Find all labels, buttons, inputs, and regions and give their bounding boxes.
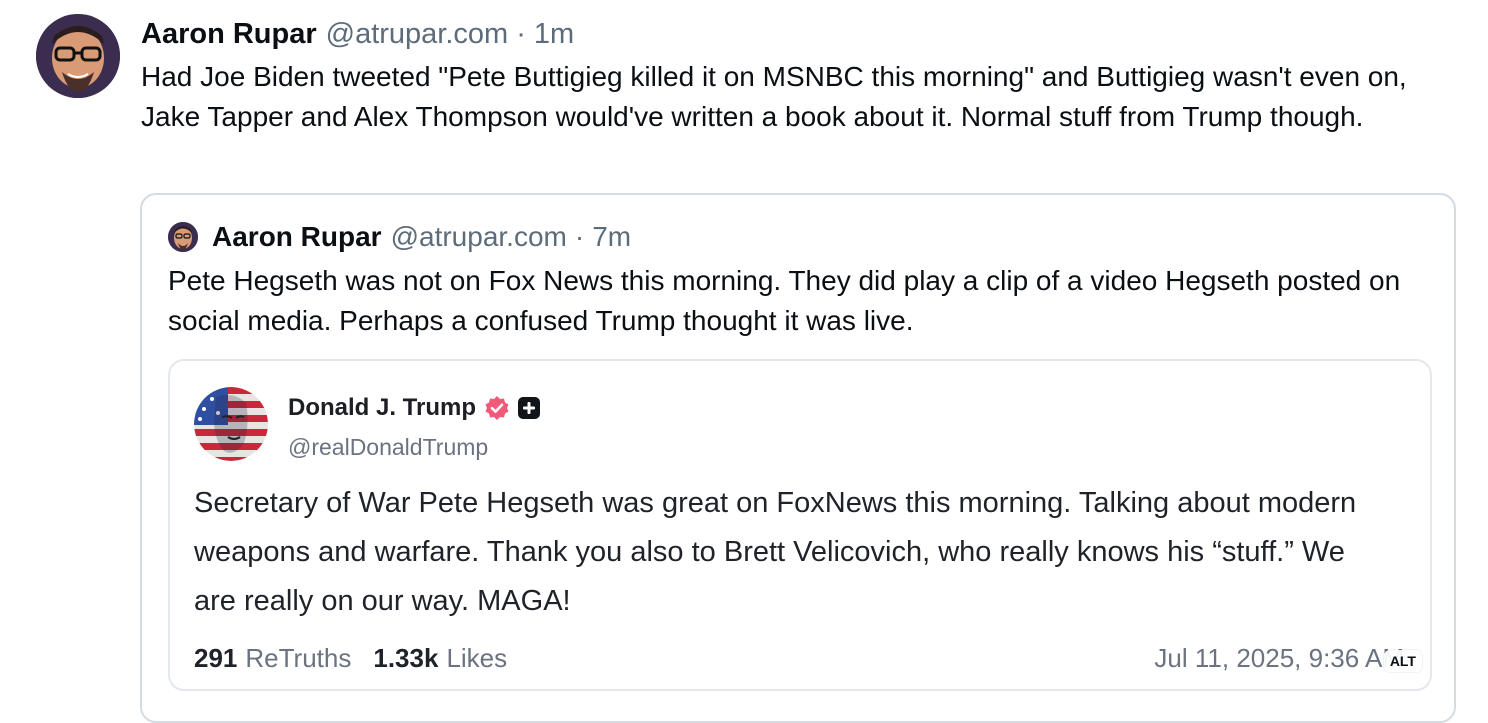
trump-display-name: Donald J. Trump [288,394,477,421]
quoted-author-name[interactable]: Aaron Rupar [212,217,382,257]
retruths-label: ReTruths [245,643,352,673]
post-header: Aaron Rupar @atrupar.com · 1m [141,14,574,54]
likes-count: 1.33k [373,643,439,673]
quoted-post-text: Pete Hegseth was not on Fox News this mo… [168,265,1401,336]
embedded-image[interactable]: Donald J. Trump @realDonaldTrump Secreta… [168,359,1432,691]
separator: · [516,18,526,50]
likes-label: Likes [446,643,508,673]
verified-badge-icon [485,396,509,420]
quoted-author-avatar[interactable] [168,222,198,252]
truth-post-text: Secretary of War Pete Hegseth was great … [194,487,1357,617]
plus-badge-icon [518,397,541,419]
post: Aaron Rupar @atrupar.com · 1m Had Joe Bi… [0,0,1488,723]
truth-post-date: Jul 11, 2025, 9:36 AM [1154,643,1404,673]
quoted-post[interactable]: Aaron Rupar @atrupar.com · 7m Pete Hegse… [140,193,1456,723]
quoted-author-handle[interactable]: @atrupar.com [391,217,567,257]
quoted-post-timestamp[interactable]: 7m [592,217,631,257]
post-text: Had Joe Biden tweeted "Pete Buttigieg ki… [141,61,1407,132]
alt-text-badge[interactable]: ALT [1383,650,1422,672]
quoted-post-header: Aaron Rupar @atrupar.com · 7m [168,217,631,257]
post-timestamp[interactable]: 1m [534,14,574,54]
trump-name-row: Donald J. Trump [288,391,541,425]
separator: · [574,221,585,252]
retruths-count: 291 [194,643,238,673]
truth-stats: 291 ReTruths 1.33k Likes [194,641,507,675]
trump-avatar [194,387,268,461]
trump-handle: @realDonaldTrump [288,434,489,460]
author-name[interactable]: Aaron Rupar [141,14,317,54]
author-handle[interactable]: @atrupar.com [326,14,509,54]
author-avatar[interactable] [36,14,120,98]
